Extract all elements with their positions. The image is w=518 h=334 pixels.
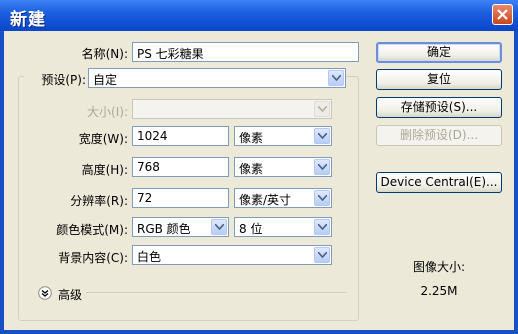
background-value: 白色 xyxy=(137,250,162,264)
bit-depth-value: 8 位 xyxy=(239,222,263,236)
chevron-down-icon[interactable] xyxy=(314,219,330,235)
chevron-down-icon[interactable] xyxy=(314,128,330,144)
color-mode-value: RGB 颜色 xyxy=(137,222,191,236)
advanced-toggle[interactable] xyxy=(38,286,52,300)
new-document-dialog: 新建 名称(N): PS 七彩糖果 预设(P): 自定 大小(I): 宽度(W)… xyxy=(0,0,518,334)
height-unit-select[interactable]: 像素 xyxy=(234,157,332,177)
preset-label: 预设(P): xyxy=(24,71,88,88)
width-unit-value: 像素 xyxy=(239,131,264,145)
size-label: 大小(I): xyxy=(87,105,128,119)
title-bar[interactable]: 新建 xyxy=(0,0,518,31)
delete-preset-button: 删除预设(D)... xyxy=(376,125,502,146)
close-icon xyxy=(497,9,508,20)
chevron-down-icon[interactable] xyxy=(211,219,227,235)
advanced-divider xyxy=(86,292,346,293)
dialog-title: 新建 xyxy=(10,10,46,30)
close-button[interactable] xyxy=(492,4,513,25)
save-preset-button[interactable]: 存储预设(S)... xyxy=(376,97,502,118)
width-label: 宽度(W): xyxy=(78,132,128,146)
chevron-down-icon[interactable] xyxy=(314,159,330,175)
color-mode-label: 颜色模式(M): xyxy=(56,223,128,237)
device-central-button[interactable]: Device Central(E)... xyxy=(376,172,502,193)
resolution-unit-value: 像素/英寸 xyxy=(239,193,292,207)
color-mode-select[interactable]: RGB 颜色 xyxy=(132,217,229,237)
image-size-value: 2.25M xyxy=(420,284,458,298)
width-input[interactable]: 1024 xyxy=(132,126,229,146)
dialog-body: 名称(N): PS 七彩糖果 预设(P): 自定 大小(I): 宽度(W): 1… xyxy=(4,31,514,330)
width-unit-select[interactable]: 像素 xyxy=(234,126,332,146)
reset-button[interactable]: 复位 xyxy=(376,69,502,90)
chevron-down-icon xyxy=(314,101,330,117)
name-input[interactable]: PS 七彩糖果 xyxy=(132,42,359,62)
ok-button[interactable]: 确定 xyxy=(376,42,502,63)
bit-depth-select[interactable]: 8 位 xyxy=(234,217,332,237)
double-chevron-down-icon xyxy=(38,286,52,300)
resolution-unit-select[interactable]: 像素/英寸 xyxy=(234,188,332,208)
background-label: 背景内容(C): xyxy=(58,251,128,265)
advanced-label[interactable]: 高级 xyxy=(58,286,82,303)
background-select[interactable]: 白色 xyxy=(132,245,332,265)
name-label: 名称(N): xyxy=(81,47,128,61)
resolution-input[interactable]: 72 xyxy=(132,188,229,208)
size-select xyxy=(132,99,332,119)
preset-select[interactable]: 自定 xyxy=(88,68,346,88)
preset-value: 自定 xyxy=(93,73,118,87)
chevron-down-icon[interactable] xyxy=(314,190,330,206)
height-unit-value: 像素 xyxy=(239,162,264,176)
chevron-down-icon[interactable] xyxy=(314,247,330,263)
resolution-label: 分辨率(R): xyxy=(70,194,128,208)
chevron-down-icon[interactable] xyxy=(328,70,344,86)
height-input[interactable]: 768 xyxy=(132,157,229,177)
image-size-label: 图像大小: xyxy=(412,260,466,274)
height-label: 高度(H): xyxy=(81,163,128,177)
